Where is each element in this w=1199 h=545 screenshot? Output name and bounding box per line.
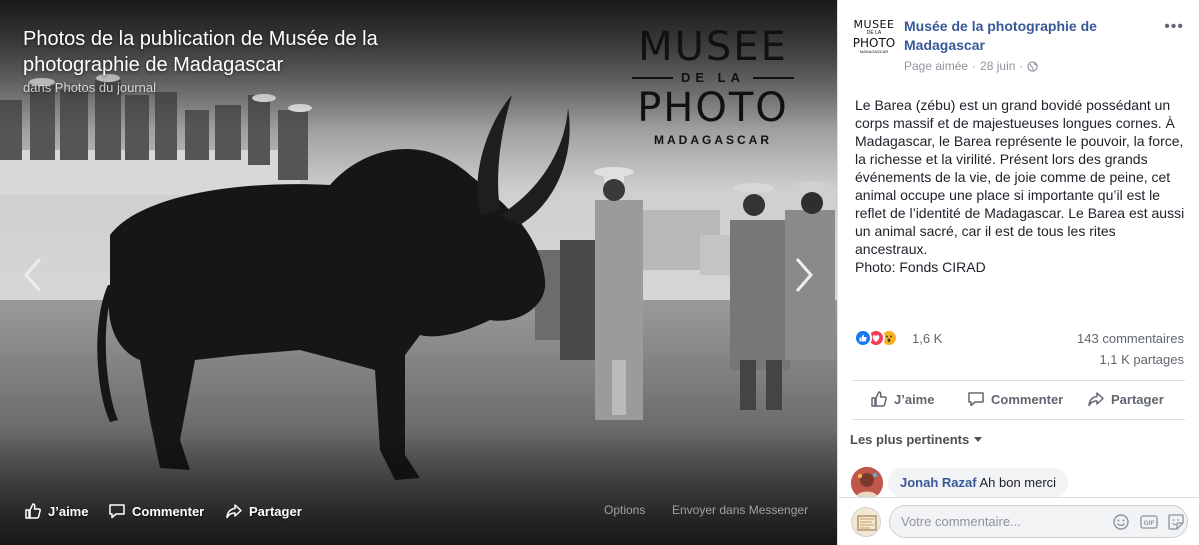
thumbs-up-icon [871,391,887,407]
page-liked-status[interactable]: Page aimée [904,59,968,73]
avatar-text-photo: PHOTO [852,35,896,50]
share-icon [1088,392,1104,407]
sticker-icon [1168,514,1184,530]
comment-count[interactable]: 143 commentaires [1077,331,1184,346]
meta-separator-2: · [1019,59,1024,73]
send-in-messenger-link[interactable]: Envoyer dans Messenger [672,503,808,517]
avatar-text-dela: DE LA [866,29,882,36]
comment-input[interactable] [891,507,1091,536]
thumbs-up-icon [25,503,41,519]
post-panel: MUSEE DE LA PHOTO MADAGASCAR Musée de la… [837,0,1199,545]
comment-sort-label: Les plus pertinents [850,432,970,447]
comment-text: Ah bon merci [979,475,1057,490]
user-avatar-image [852,508,880,536]
share-label: Partager [1111,391,1164,407]
viewer-like-button[interactable]: J’aime [24,502,88,520]
comment-button[interactable]: Commenter [967,390,1063,408]
chevron-left-icon [24,258,42,292]
comment-composer: GIF [838,497,1199,545]
comment-label: Commenter [991,391,1064,407]
more-options-button[interactable]: ••• [1164,18,1184,36]
share-button[interactable]: Partager [1087,390,1164,408]
viewer-action-bar: J’aime Commenter Partager Options Envoye… [0,490,837,530]
post-action-row: J’aime Commenter Partager [853,380,1185,420]
like-label: J’aime [894,391,935,407]
post-body: Le Barea (zébu) est un grand bovidé poss… [855,96,1188,276]
viewer-share-button[interactable]: Partager [225,502,302,520]
logo-text-dela: DE LA [681,70,745,85]
comment-author-link[interactable]: Jonah Razaf [900,475,977,490]
post-date[interactable]: 28 juin [980,59,1015,73]
like-button[interactable]: J’aime [870,390,934,408]
logo-rule-left [632,76,673,79]
logo-dela-row: DE LA [632,70,794,85]
reactions-row: 1,6 K 143 commentaires 1,1 K partages [854,328,1184,372]
avatar-text-musee: MUSEE [853,17,895,31]
viewer-album-link[interactable]: dans Photos du journal [23,80,156,95]
globe-icon [1027,60,1039,72]
gif-label: GIF [1144,520,1155,527]
viewer-comment-label: Commenter [132,503,205,519]
photo-viewer: Photos de la publication de Musée de la … [0,0,837,545]
share-icon [226,504,242,519]
comment-icon [109,504,125,519]
logo-text-photo: PHOTO [637,85,789,131]
page-name-link[interactable]: Musée de la photographie de Madagascar [904,17,1154,55]
gif-button[interactable]: GIF [1140,513,1158,531]
share-count[interactable]: 1,1 K partages [1099,352,1184,367]
comment-icon [968,392,984,407]
smiley-icon [1113,514,1129,530]
viewer-share-label: Partager [249,503,302,519]
sticker-button[interactable] [1167,513,1185,531]
post-meta: Page aimée · 28 juin · [904,59,1039,73]
viewer-like-label: J’aime [48,503,89,519]
comments-list: Jonah Razaf Ah bon merci [838,458,1199,498]
logo-rule-right [753,76,794,79]
viewer-title: Photos de la publication de Musée de la … [23,28,378,76]
page-avatar[interactable]: MUSEE DE LA PHOTO MADAGASCAR [853,15,895,57]
post-header: MUSEE DE LA PHOTO MADAGASCAR Musée de la… [853,15,1188,75]
user-avatar [851,507,881,537]
logo-text-madagascar: MADAGASCAR [654,133,772,147]
avatar-text-madagascar: MADAGASCAR [859,48,889,54]
post-text: Le Barea (zébu) est un grand bovidé poss… [855,97,1185,257]
logo-text-musee: MUSEE [638,24,788,70]
viewer-comment-button[interactable]: Commenter [108,502,204,520]
photo-credit: Photo: Fonds CIRAD [855,259,986,275]
museum-logo: MUSEE DE LA PHOTO MADAGASCAR [632,26,794,147]
chevron-right-icon [795,258,813,292]
comment-bubble: Jonah Razaf Ah bon merci [888,468,1069,498]
previous-photo-button[interactable] [18,255,48,295]
meta-separator: · [972,59,977,73]
caret-down-icon [974,437,983,442]
reaction-icons[interactable] [854,329,898,347]
like-reaction-icon [854,329,872,347]
more-icon: ••• [1164,18,1184,35]
next-photo-button[interactable] [789,255,819,295]
reaction-count[interactable]: 1,6 K [912,331,942,346]
gif-icon: GIF [1140,515,1158,529]
comment-sort-dropdown[interactable]: Les plus pertinents [850,432,983,447]
comment-input-box: GIF [889,505,1188,538]
commenter-avatar-image [851,467,883,498]
options-link[interactable]: Options [604,503,645,517]
avatar[interactable] [851,467,883,498]
emoji-button[interactable] [1112,513,1130,531]
